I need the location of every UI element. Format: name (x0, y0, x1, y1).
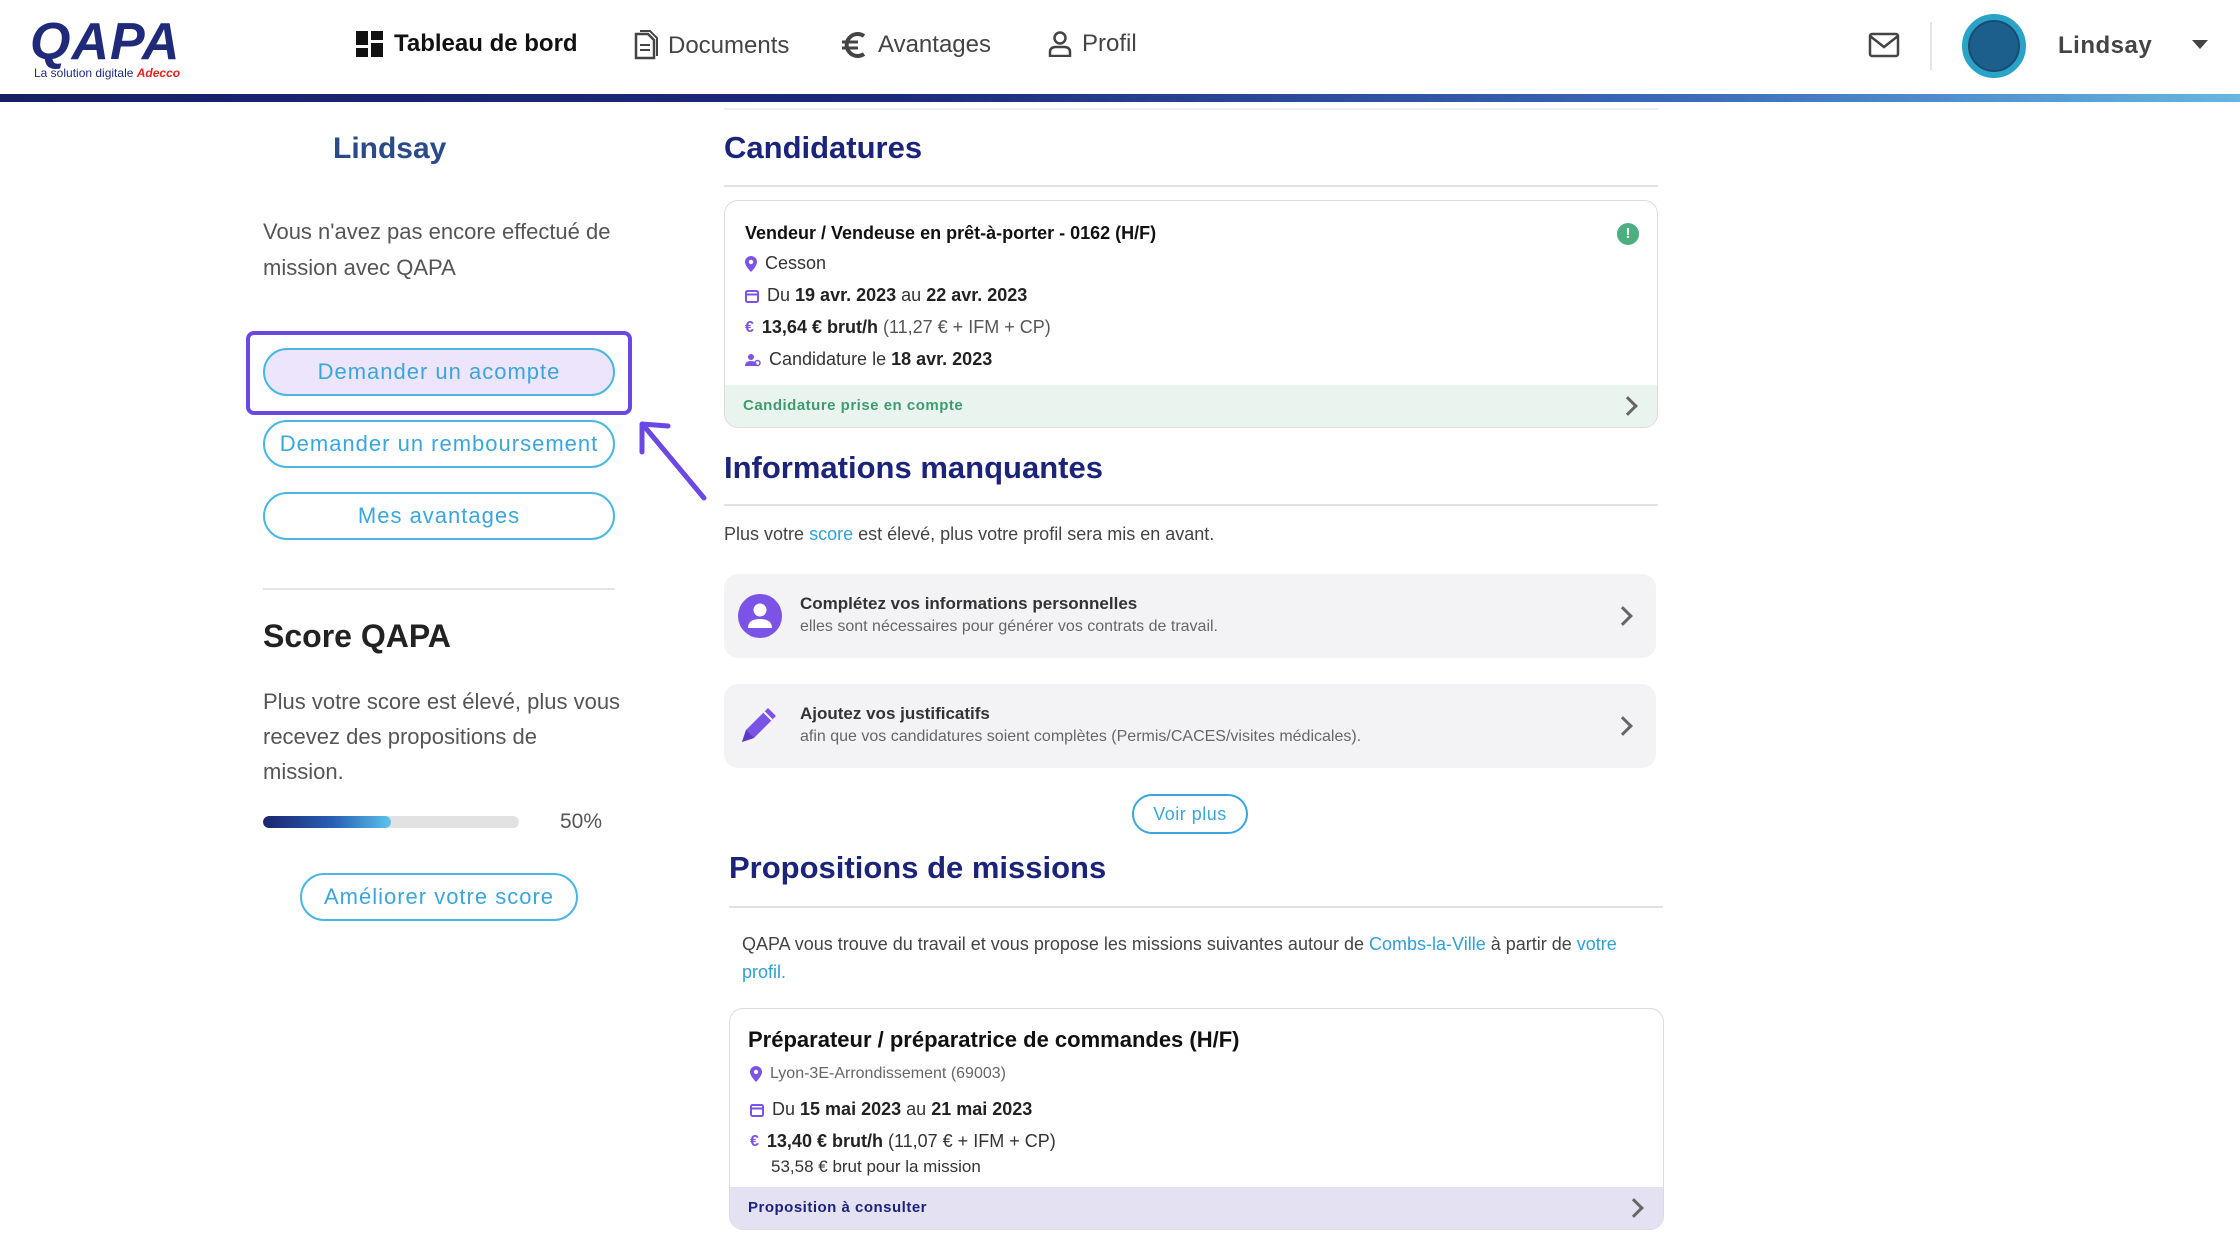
mission-total: 53,58 € brut pour la mission (771, 1157, 981, 1176)
mission-status: Proposition à consulter (748, 1199, 928, 1216)
mission-status-band[interactable]: Proposition à consulter (730, 1187, 1663, 1229)
nav-benefits[interactable]: Avantages (840, 30, 991, 60)
candidatures-title: Candidatures (724, 130, 923, 165)
score-percent: 50% (560, 810, 603, 833)
request-refund-button[interactable]: Demander un remboursement (263, 420, 615, 468)
top-divider (724, 108, 1658, 110)
score-link[interactable]: score (809, 524, 853, 544)
candidature-status: Candidature prise en compte (743, 397, 964, 414)
euro-icon: € (750, 1132, 759, 1150)
applicant-icon (745, 353, 761, 366)
score-title: Score QAPA (263, 618, 451, 654)
candidature-card[interactable]: Vendeur / Vendeuse en prêt-à-porter - 01… (724, 200, 1658, 428)
header-gradient-bar (0, 94, 2240, 102)
missing-info-divider (724, 504, 1658, 506)
missions-intro: QAPA vous trouve du travail et vous prop… (742, 934, 1617, 982)
logo-tagline: La solution digitale Adecco (34, 66, 181, 80)
candidature-applied-row: Candidature le 18 avr. 2023 (745, 349, 992, 370)
user-icon (1048, 31, 1072, 57)
missing-info-intro: Plus votre score est élevé, plus votre p… (724, 524, 1215, 544)
calendar-icon (745, 289, 759, 303)
nav-dashboard-label: Tableau de bord (394, 30, 578, 57)
personal-info-subtitle: elles sont nécessaires pour générer vos … (800, 618, 1218, 635)
chevron-right-icon (1618, 396, 1638, 416)
documents-card-title: Ajoutez vos justificatifs (800, 704, 990, 723)
missions-title: Propositions de missions (729, 850, 1107, 885)
sidebar-divider (263, 588, 615, 590)
euro-icon (842, 32, 866, 58)
alert-icon: ! (1617, 223, 1639, 245)
pointer-arrow-icon (639, 421, 707, 501)
nav-documents-label: Documents (668, 32, 790, 59)
missions-divider (729, 906, 1663, 908)
candidatures-divider (724, 185, 1658, 187)
logo-brand: Adecco (136, 66, 181, 80)
documents-card[interactable]: Ajoutez vos justificatifs afin que vos c… (724, 684, 1656, 768)
document-icon (634, 30, 658, 60)
mission-location: Lyon-3E-Arrondissement (69003) (770, 1065, 1006, 1082)
score-description: Plus votre score est élevé, plus vous re… (263, 689, 621, 784)
pencil-icon (742, 708, 776, 742)
personal-info-card[interactable]: Complétez vos informations personnelles … (724, 574, 1656, 658)
city-link[interactable]: Combs-la-Ville (1369, 934, 1486, 954)
mission-job-title: Préparateur / préparatrice de commandes … (748, 1027, 1240, 1052)
score-progress-bar (263, 816, 519, 828)
candidature-location: Cesson (765, 253, 827, 273)
no-mission-text: Vous n'avez pas encore effectué de missi… (263, 219, 611, 280)
qapa-logo[interactable]: QAPA La solution digitale Adecco (30, 13, 205, 80)
candidature-location-row: Cesson (745, 253, 826, 274)
chevron-right-icon (1613, 606, 1633, 626)
location-pin-icon (750, 1066, 762, 1082)
mission-location-row: Lyon-3E-Arrondissement (69003) (750, 1065, 1006, 1083)
mail-icon[interactable] (1868, 32, 1900, 58)
mission-pay-row: € 13,40 € brut/h (11,07 € + IFM + CP) (750, 1131, 1056, 1151)
mission-dates-row: Du 15 mai 2023 au 21 mai 2023 (750, 1099, 1032, 1120)
improve-score-button[interactable]: Améliorer votre score (300, 873, 578, 921)
my-benefits-button[interactable]: Mes avantages (263, 492, 615, 540)
nav-profile[interactable]: Profil (1048, 30, 1137, 58)
dashboard-icon (356, 31, 383, 57)
nav-dashboard[interactable]: Tableau de bord (356, 30, 578, 58)
candidature-dates-row: Du 19 avr. 2023 au 22 avr. 2023 (745, 285, 1027, 306)
nav-documents[interactable]: Documents (632, 30, 789, 62)
chevron-right-icon (1613, 716, 1633, 736)
nav-profile-label: Profil (1082, 30, 1137, 57)
sidebar-user-name: Lindsay (333, 132, 447, 165)
nav-benefits-label: Avantages (878, 31, 991, 58)
candidature-status-band[interactable]: Candidature prise en compte (725, 385, 1657, 427)
person-circle-icon (738, 594, 782, 638)
score-progress-fill (263, 816, 391, 828)
header-user-name[interactable]: Lindsay (2058, 32, 2152, 60)
personal-info-title: Complétez vos informations personnelles (800, 594, 1138, 613)
top-bar: QAPA La solution digitale Adecco Tableau… (0, 0, 2240, 96)
candidature-job-title: Vendeur / Vendeuse en prêt-à-porter - 01… (745, 223, 1157, 243)
chevron-down-icon[interactable] (2192, 40, 2208, 49)
chevron-right-icon (1624, 1198, 1644, 1218)
location-pin-icon (745, 255, 757, 272)
missing-info-title: Informations manquantes (724, 450, 1103, 485)
request-advance-button[interactable]: Demander un acompte (263, 348, 615, 396)
candidature-pay-row: € 13,64 € brut/h (11,27 € + IFM + CP) (745, 317, 1051, 337)
logo-text: QAPA (30, 13, 181, 71)
avatar[interactable] (1962, 14, 2026, 78)
documents-card-subtitle: afin que vos candidatures soient complèt… (800, 728, 1362, 745)
euro-icon: € (745, 318, 754, 336)
header-divider (1930, 22, 1932, 70)
mission-card[interactable]: Préparateur / préparatrice de commandes … (729, 1008, 1664, 1230)
calendar-icon (750, 1103, 764, 1117)
see-more-button[interactable]: Voir plus (1132, 794, 1248, 834)
